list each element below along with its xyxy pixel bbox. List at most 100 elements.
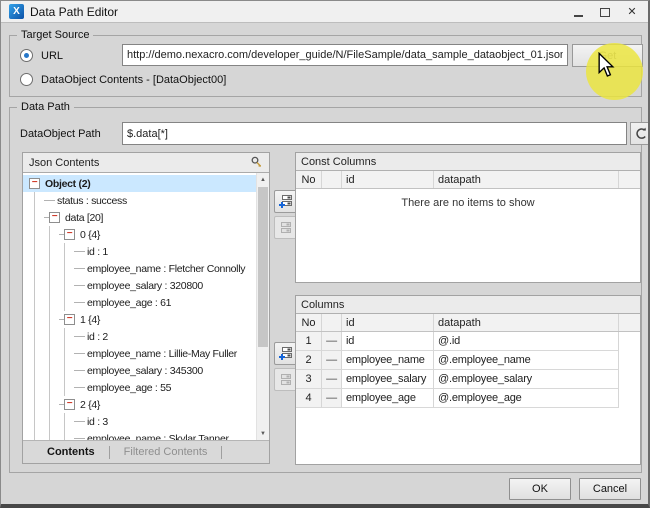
row-grip-cell: —	[322, 351, 342, 370]
tree-guide-line	[44, 294, 59, 311]
id-cell: id	[342, 332, 434, 351]
dataobject-contents-radio-label: DataObject Contents - [DataObject00]	[41, 73, 226, 87]
tree-guide-line	[59, 345, 74, 362]
tree-guide-line	[29, 430, 44, 440]
collapse-icon[interactable]: −	[64, 399, 75, 410]
datapath-cell: @.employee_salary	[434, 370, 619, 389]
tree-node[interactable]: id : 2	[23, 328, 256, 345]
refresh-icon	[634, 127, 648, 141]
dataobject-path-label: DataObject Path	[20, 127, 101, 141]
tree-node[interactable]: employee_name : Skylar Tanner	[23, 430, 256, 440]
tree-connector-line	[74, 260, 85, 277]
tree-node-label: id : 1	[85, 246, 108, 258]
tab-separator	[221, 446, 222, 459]
scroll-down-icon[interactable]: ▼	[257, 427, 269, 440]
tree-node[interactable]: employee_name : Fletcher Connolly	[23, 260, 256, 277]
close-button[interactable]: ✕	[626, 6, 638, 18]
tree-node[interactable]: employee_name : Lillie-May Fuller	[23, 345, 256, 362]
replace-column-icon-disabled	[278, 372, 293, 387]
tab-contents[interactable]: Contents	[33, 446, 109, 458]
tree-node[interactable]: id : 3	[23, 413, 256, 430]
column-header: No	[296, 314, 322, 331]
url-input[interactable]	[122, 44, 568, 66]
tree-node[interactable]: −1 {4}	[23, 311, 256, 328]
key-icon[interactable]	[250, 156, 263, 169]
dataobject-path-input[interactable]	[122, 122, 627, 145]
tree-node[interactable]: status : success	[23, 192, 256, 209]
add-const-column-button[interactable]	[274, 190, 297, 213]
row-grip-cell: —	[322, 332, 342, 351]
data-path-group-label: Data Path	[17, 101, 74, 114]
minimize-button[interactable]	[572, 6, 584, 18]
table-row[interactable]: 2—employee_name@.employee_name	[296, 351, 640, 370]
tree-connector-line	[74, 277, 85, 294]
tree-node[interactable]: −data [20]	[23, 209, 256, 226]
tree-node-label: employee_age : 55	[85, 382, 171, 394]
tab-filtered-contents[interactable]: Filtered Contents	[110, 446, 222, 458]
tree-guide-line	[29, 192, 44, 209]
column-header	[322, 171, 342, 188]
column-header	[619, 171, 640, 188]
id-cell: employee_name	[342, 351, 434, 370]
table-row[interactable]: 4—employee_age@.employee_age	[296, 389, 640, 408]
add-column-icon	[278, 194, 293, 209]
dataobject-contents-radio[interactable]	[20, 73, 33, 86]
add-column-button[interactable]	[274, 342, 297, 365]
collapse-icon[interactable]: −	[64, 314, 75, 325]
tree-node[interactable]: id : 1	[23, 243, 256, 260]
refresh-button[interactable]	[630, 122, 650, 145]
target-source-group: Target Source URL Get DataObject Content…	[9, 35, 642, 97]
json-tree-rows: −Object (2)status : success−data [20]−0 …	[23, 175, 256, 440]
add-column-icon	[278, 346, 293, 361]
replace-const-column-button[interactable]	[274, 216, 297, 239]
url-radio[interactable]	[20, 49, 33, 62]
json-tree[interactable]: −Object (2)status : success−data [20]−0 …	[23, 173, 269, 440]
tree-connector-line	[74, 413, 85, 430]
cancel-button[interactable]: Cancel	[579, 478, 641, 500]
tree-guide-line	[59, 413, 74, 430]
spacer-cell	[619, 332, 640, 351]
scrollbar-track[interactable]	[257, 186, 269, 427]
tree-node[interactable]: −0 {4}	[23, 226, 256, 243]
collapse-icon[interactable]: −	[64, 229, 75, 240]
tree-guide-line	[59, 379, 74, 396]
table-row[interactable]: 3—employee_salary@.employee_salary	[296, 370, 640, 389]
collapse-icon[interactable]: −	[29, 178, 40, 189]
columns-title: Columns	[296, 296, 640, 314]
scrollbar-thumb[interactable]	[258, 187, 268, 347]
table-row[interactable]: 1—id@.id	[296, 332, 640, 351]
replace-column-icon-disabled	[278, 220, 293, 235]
tree-node-label: employee_name : Skylar Tanner	[85, 433, 229, 441]
tree-guide-line	[59, 328, 74, 345]
row-grip-cell: —	[322, 370, 342, 389]
ok-button[interactable]: OK	[509, 478, 571, 500]
tree-node[interactable]: −Object (2)	[23, 175, 256, 192]
tree-node[interactable]: −2 {4}	[23, 396, 256, 413]
datapath-cell: @.id	[434, 332, 619, 351]
tree-guide-line	[29, 277, 44, 294]
tree-node[interactable]: employee_salary : 345300	[23, 362, 256, 379]
url-radio-label: URL	[41, 49, 63, 63]
tree-node-label: 2 {4}	[78, 399, 100, 411]
collapse-icon[interactable]: −	[49, 212, 60, 223]
tree-guide-line	[59, 430, 74, 440]
data-path-editor-dialog: X Data Path Editor ✕ Target Source URL G…	[0, 0, 650, 508]
maximize-button[interactable]	[599, 6, 611, 18]
replace-column-button[interactable]	[274, 368, 297, 391]
tree-node[interactable]: employee_salary : 320800	[23, 277, 256, 294]
tree-guide-line	[44, 430, 59, 440]
tree-guide-line	[59, 243, 74, 260]
tree-guide-line	[29, 413, 44, 430]
tree-node-label: id : 3	[85, 416, 108, 428]
tree-guide-line	[29, 328, 44, 345]
spacer-cell	[619, 389, 640, 408]
columns-panel: Columns No id datapath 1—id@.id2—employe…	[295, 295, 641, 465]
scroll-up-icon[interactable]: ▲	[257, 173, 269, 186]
tree-node[interactable]: employee_age : 61	[23, 294, 256, 311]
titlebar[interactable]: X Data Path Editor ✕	[1, 1, 648, 23]
tree-guide-line	[44, 328, 59, 345]
tree-node[interactable]: employee_age : 55	[23, 379, 256, 396]
tree-node-label: id : 2	[85, 331, 108, 343]
tree-guide-line	[29, 260, 44, 277]
tree-scrollbar[interactable]: ▲ ▼	[256, 173, 269, 440]
